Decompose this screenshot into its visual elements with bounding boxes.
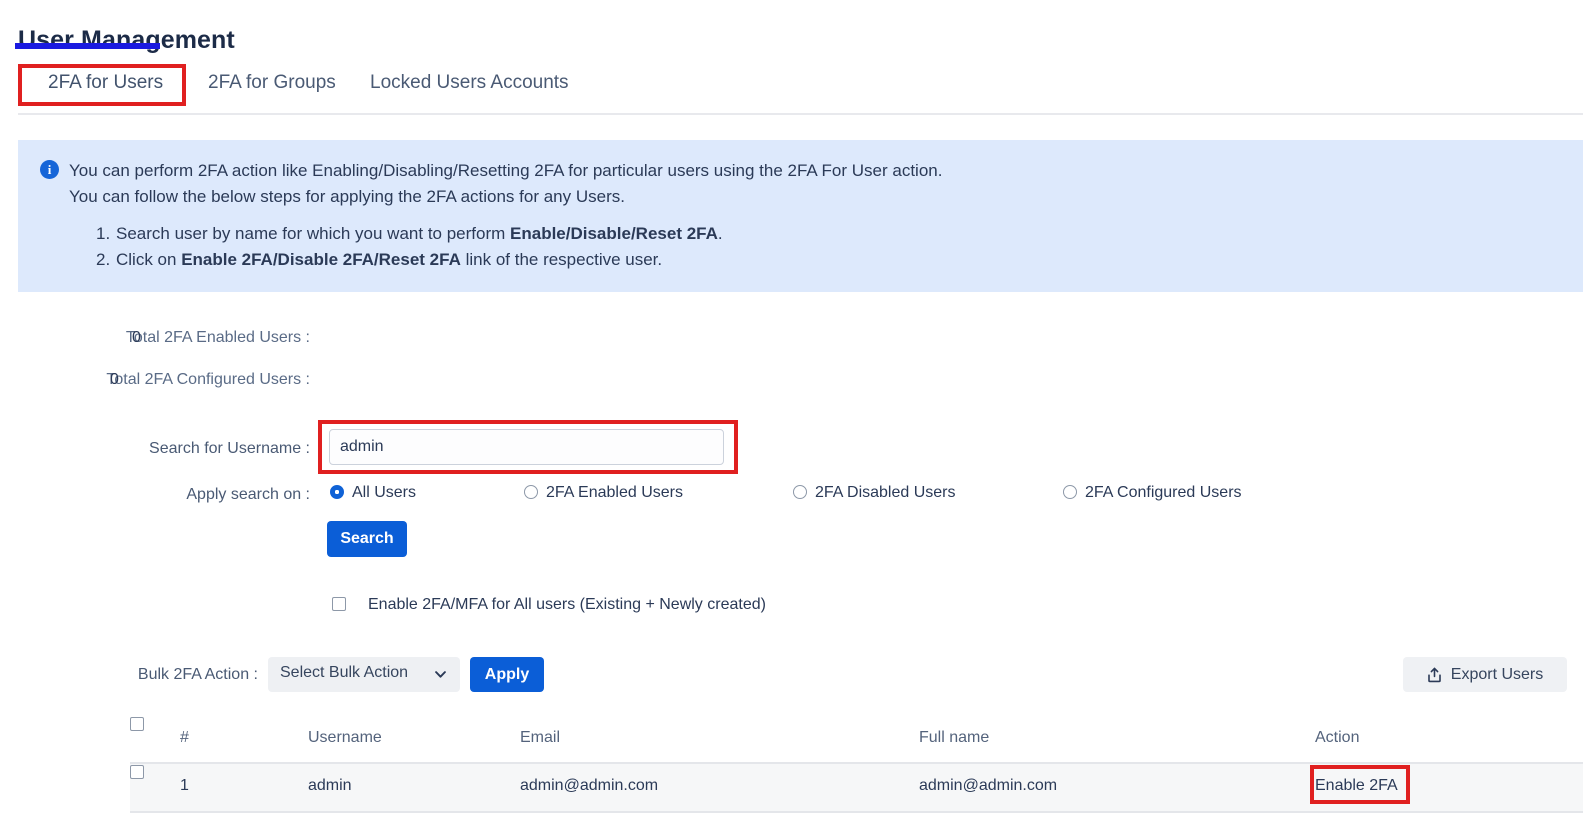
bulk-action-select[interactable]: Select Bulk Action	[268, 657, 460, 692]
column-header-number: #	[180, 729, 189, 746]
enable-2fa-link[interactable]: Enable 2FA	[1315, 777, 1398, 795]
stat-configured-label: Total 2FA Configured Users :	[106, 371, 310, 388]
info-step-2-number: 2.	[96, 250, 111, 269]
radio-2fa-enabled-users[interactable]: 2FA Enabled Users	[524, 484, 683, 502]
tab-locked-users-accounts[interactable]: Locked Users Accounts	[354, 70, 585, 104]
apply-bulk-action-button[interactable]: Apply	[470, 657, 544, 692]
cell-username: admin	[308, 777, 352, 794]
chevron-down-icon	[435, 671, 446, 678]
info-step-1: 1. Search user by name for which you want…	[96, 224, 723, 244]
stat-enabled-label: Total 2FA Enabled Users :	[125, 329, 310, 346]
export-upload-icon	[1427, 667, 1441, 682]
info-step-2-strong: Enable 2FA/Disable 2FA/Reset 2FA	[181, 250, 461, 269]
radio-label-2fa-configured-users: 2FA Configured Users	[1085, 484, 1242, 501]
info-step-2-post: link of the respective user.	[460, 250, 663, 269]
cell-fullname: admin@admin.com	[919, 777, 1058, 794]
page-title: User Management	[18, 26, 235, 54]
export-users-button[interactable]: Export Users	[1403, 657, 1567, 692]
cell-number: 1	[180, 777, 189, 794]
info-icon: i	[40, 160, 59, 179]
export-users-label: Export Users	[1450, 665, 1544, 683]
users-table: # Username Email Full name Action 1 admi…	[130, 716, 1583, 813]
info-banner-line-2: You can follow the below steps for apply…	[69, 187, 625, 206]
search-username-label: Search for Username :	[149, 440, 310, 457]
stat-enabled-value: 0	[132, 329, 141, 346]
table-header-row: # Username Email Full name Action	[130, 716, 1583, 764]
info-banner-steps: 1. Search user by name for which you want…	[96, 224, 723, 276]
search-input[interactable]	[329, 429, 724, 465]
info-banner-line-1: You can perform 2FA action like Enabling…	[69, 161, 943, 180]
column-header-action: Action	[1315, 729, 1360, 746]
search-button[interactable]: Search	[327, 521, 407, 557]
radio-2fa-configured-users[interactable]: 2FA Configured Users	[1063, 484, 1242, 502]
radio-mark-2fa-configured-users	[1063, 485, 1077, 499]
info-step-2-pre: Click on	[116, 250, 182, 269]
radio-mark-all-users	[330, 485, 344, 499]
info-step-1-strong: Enable/Disable/Reset 2FA	[510, 224, 718, 243]
info-step-1-pre: Search user by name for which you want t…	[116, 224, 511, 243]
column-header-username: Username	[308, 729, 382, 746]
radio-label-all-users: All Users	[352, 484, 417, 501]
info-banner: i You can perform 2FA action like Enabli…	[18, 140, 1583, 292]
tab-2fa-for-users[interactable]: 2FA for Users	[32, 70, 179, 104]
info-step-1-number: 1.	[96, 224, 111, 243]
radio-mark-2fa-enabled-users	[524, 485, 538, 499]
bulk-2fa-action-label: Bulk 2FA Action :	[137, 666, 258, 683]
radio-label-2fa-enabled-users: 2FA Enabled Users	[546, 484, 683, 501]
select-all-checkbox[interactable]	[130, 717, 144, 731]
active-tab-underline	[15, 43, 160, 49]
info-step-2: 2. Click on Enable 2FA/Disable 2FA/Reset …	[96, 250, 723, 270]
radio-2fa-disabled-users[interactable]: 2FA Disabled Users	[793, 484, 956, 502]
bulk-action-selected-value: Select Bulk Action	[280, 664, 409, 681]
radio-label-2fa-disabled-users: 2FA Disabled Users	[815, 484, 956, 501]
apply-search-on-label: Apply search on :	[186, 486, 310, 503]
radio-mark-2fa-disabled-users	[793, 485, 807, 499]
column-header-fullname: Full name	[919, 729, 990, 746]
column-header-email: Email	[520, 729, 561, 746]
enable-all-label: Enable 2FA/MFA for All users (Existing +…	[368, 596, 766, 613]
enable-all-checkbox[interactable]	[332, 597, 346, 611]
row-select-checkbox[interactable]	[130, 765, 144, 779]
tabs-divider	[18, 113, 1583, 115]
enable-2fa-for-all-users-row[interactable]: Enable 2FA/MFA for All users (Existing +…	[332, 596, 766, 614]
tab-bar: 2FA for Users 2FA for Groups Locked User…	[18, 70, 1583, 112]
radio-all-users[interactable]: All Users	[330, 484, 416, 502]
tab-2fa-for-groups[interactable]: 2FA for Groups	[192, 70, 352, 104]
stat-configured-value: 0	[110, 371, 119, 388]
table-row: 1 admin admin@admin.com admin@admin.com …	[130, 764, 1583, 813]
cell-email: admin@admin.com	[520, 777, 659, 794]
info-step-1-post: .	[717, 224, 723, 243]
